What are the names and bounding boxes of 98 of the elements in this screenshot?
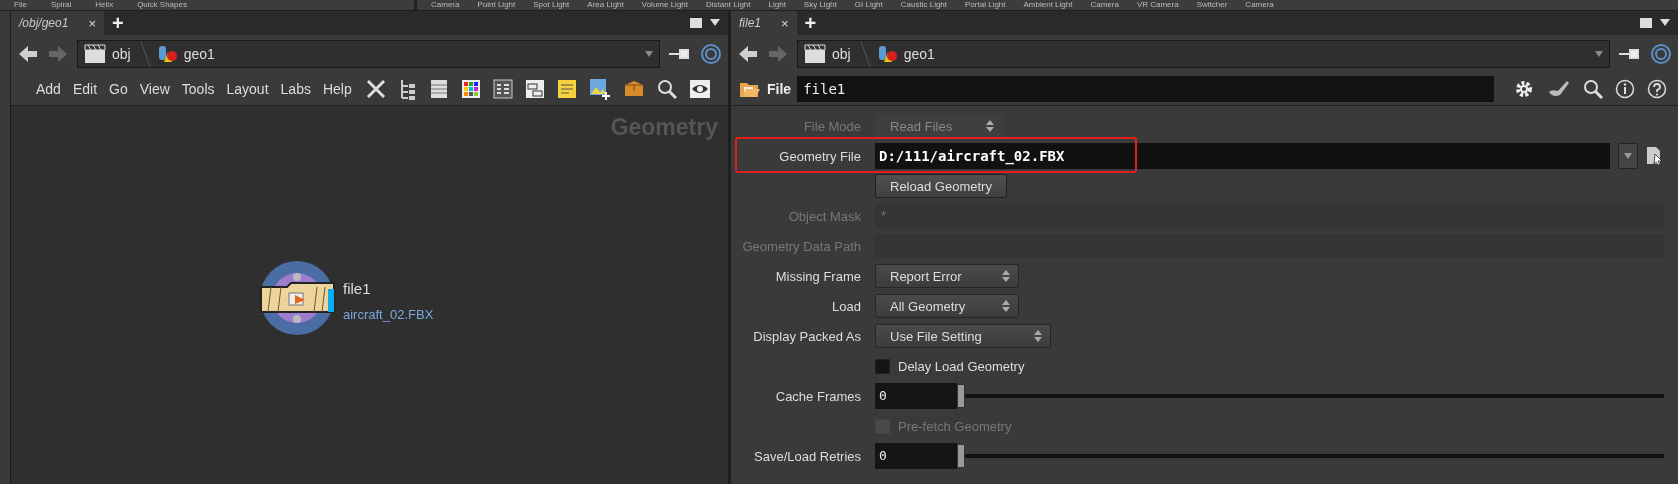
path-segment[interactable]: geo1 [903,46,935,62]
number-field[interactable]: 0 [875,443,957,469]
shelf-tool[interactable]: VR Camera [1136,0,1179,10]
shelf-tool[interactable]: Ambient Light [1023,0,1073,10]
slider-handle[interactable] [957,384,965,408]
number-field[interactable]: 0 [875,383,957,409]
pane-tab[interactable]: /obj/geo1 × [11,11,104,35]
shelf-tool[interactable]: Switcher [1196,0,1228,10]
shelf-tool[interactable]: Camera [431,0,460,10]
image-add-icon[interactable] [588,78,611,100]
color-grid-icon[interactable] [460,79,481,99]
menu-item[interactable]: Help [321,81,353,97]
file-dropdown-button[interactable] [1618,143,1638,169]
shelf-tool[interactable]: Point Light [477,0,516,10]
parameter-label: Cache Frames [775,389,861,404]
info-icon[interactable] [1615,79,1635,99]
node-type-label: File [767,81,792,97]
parameter-label: Geometry File [779,149,861,164]
sticky-note-icon[interactable] [556,79,577,99]
shelf-tool[interactable]: Camera [1090,0,1119,10]
shelf-tool[interactable]: Light [768,0,786,10]
node-file-path: aircraft_02.FBX [343,307,434,322]
path-bar[interactable]: obj geo1 [797,40,1610,68]
grid-list-icon[interactable] [492,79,513,99]
dropdown-caret-icon[interactable] [1595,51,1603,57]
dropdown-caret-icon[interactable] [645,51,653,57]
search-icon[interactable] [656,79,677,99]
path-segment[interactable]: geo1 [183,46,215,62]
clapperboard-icon [804,44,826,64]
parameter-label: Object Mask [788,209,861,224]
caret-icon [1624,153,1632,159]
up-down-arrows-icon [1034,329,1042,343]
node-name: file1 [343,280,371,297]
shelf-tool[interactable]: GI Light [854,0,883,10]
reload-button[interactable]: Reload Geometry [875,174,1007,198]
node-name-field[interactable]: file1 [797,76,1494,102]
close-icon[interactable]: × [781,15,789,31]
window-icon[interactable] [524,79,545,99]
shelf-tool[interactable]: Spiral [50,0,72,10]
up-down-arrows-icon [986,119,994,133]
tree-icon[interactable] [398,78,417,100]
parameter-label: Missing Frame [775,269,861,284]
file-path-field[interactable]: D:/111/aircraft_02.FBX [875,143,1610,169]
back-arrow-icon[interactable] [17,43,39,65]
menu-item[interactable]: View [138,81,171,97]
parameter-label: Geometry Data Path [742,239,861,254]
slider-handle[interactable] [957,444,965,468]
parameter-label: Display Packed As [753,329,861,344]
list-icon[interactable] [428,78,449,100]
search-icon[interactable] [1583,79,1603,99]
parameter-label: Save/Load Retries [754,449,861,464]
target-icon[interactable] [700,43,722,65]
parameter-label: File Mode [803,119,861,134]
path-segment[interactable]: obj [832,46,851,62]
checkbox-label: Pre-fetch Geometry [898,418,1012,434]
menu-item[interactable]: Tools [180,81,216,97]
shelf-tool[interactable]: Portal Light [965,0,1006,10]
menu-item[interactable]: Layout [225,81,270,97]
shelf-tool[interactable]: Helix [95,0,114,10]
caret-icon[interactable] [1660,19,1670,27]
tab-label: file1 [739,16,761,30]
back-arrow-icon[interactable] [737,43,759,65]
close-icon[interactable]: × [88,15,96,31]
checkbox-label: Delay Load Geometry [898,358,1025,374]
gear-icon[interactable] [1513,78,1535,100]
shelf-tool[interactable]: Camera [1245,0,1274,10]
path-bar[interactable]: obj geo1 [77,40,660,68]
eye-icon[interactable] [688,79,711,99]
dropdown-menu[interactable]: All Geometry [875,294,1019,318]
checkbox[interactable] [875,358,890,374]
add-tab-button[interactable]: + [804,11,817,35]
menu-item[interactable]: Edit [71,81,99,97]
box-icon[interactable] [622,79,645,99]
shelf-tool[interactable]: Sky Light [803,0,837,10]
caret-icon[interactable] [710,19,720,27]
shelf-tool[interactable]: Volume Light [641,0,689,10]
shelf-tool[interactable]: Caustic Light [900,0,948,10]
up-down-arrows-icon [1002,269,1010,283]
parameter-label: Load [832,299,861,314]
dropdown-menu[interactable]: Report Error [875,264,1019,288]
path-segment[interactable]: obj [112,46,131,62]
shelf-tool[interactable]: File [14,0,27,10]
add-tab-button[interactable]: + [112,11,124,35]
target-icon[interactable] [1650,43,1672,65]
menu-item[interactable]: Labs [279,81,312,97]
menu-item[interactable]: Add [35,81,62,97]
help-icon[interactable] [1647,79,1667,99]
shelf-tool[interactable]: Quick Shapes [137,0,187,10]
clapperboard-icon [84,44,106,64]
up-down-arrows-icon [1002,299,1010,313]
shelf-tool[interactable]: Spot Light [533,0,570,10]
menu-item[interactable]: Go [108,81,129,97]
shelf-tool[interactable]: Distant Light [706,0,751,10]
file-browse-icon[interactable] [1646,146,1664,166]
dropdown-menu[interactable]: Use File Setting [875,324,1051,348]
tab-label: /obj/geo1 [19,16,69,30]
pane-tab[interactable]: file1 × [731,11,797,35]
shelf-tool[interactable]: Area Light [587,0,624,10]
